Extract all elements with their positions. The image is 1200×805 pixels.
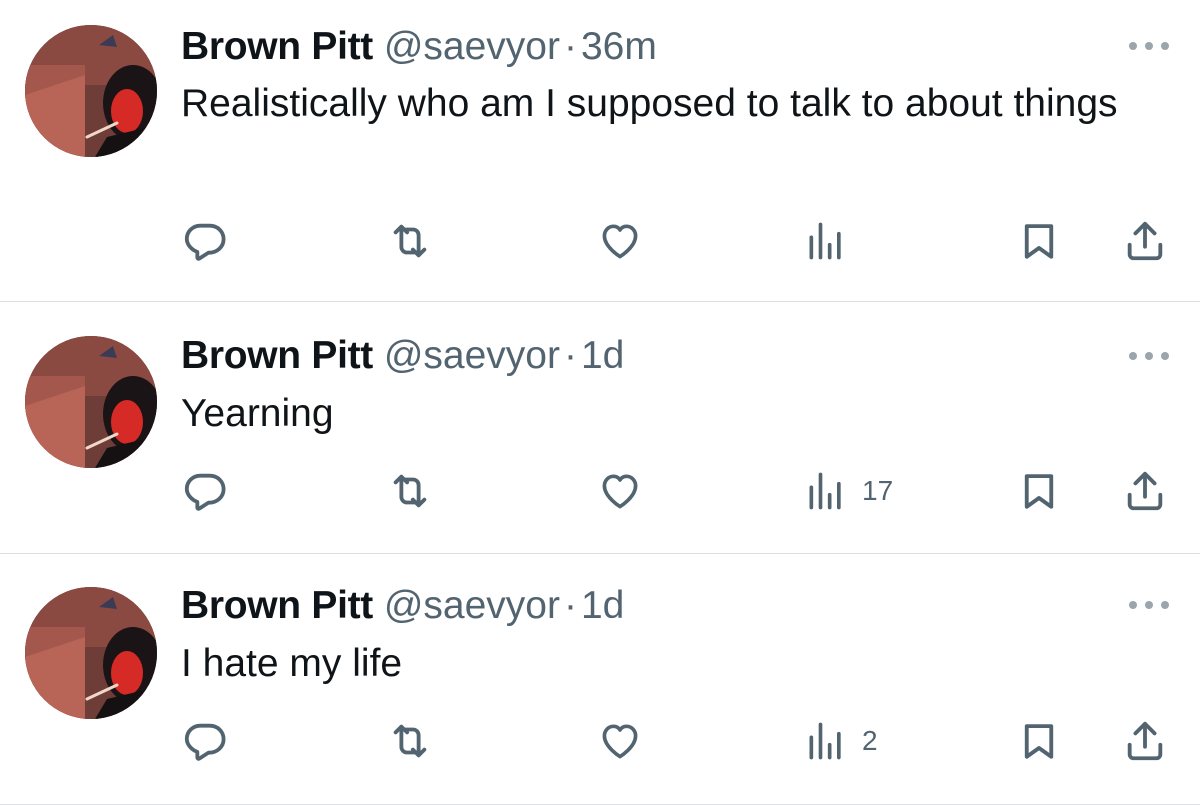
reply-icon <box>182 718 228 764</box>
like-button[interactable] <box>598 466 642 516</box>
more-options-button[interactable] <box>1128 39 1170 53</box>
views-count: 17 <box>862 475 894 506</box>
more-icon <box>1129 601 1169 609</box>
share-button[interactable] <box>1122 716 1168 766</box>
avatar-image <box>25 25 157 157</box>
retweet-icon <box>384 218 436 264</box>
retweet-button[interactable] <box>384 216 436 266</box>
share-button[interactable] <box>1122 466 1168 516</box>
heart-icon <box>598 219 642 263</box>
user-handle[interactable]: @saevyor <box>384 584 560 627</box>
tweet-header: Brown Pitt @saevyor · 1d <box>181 584 624 628</box>
reply-button[interactable] <box>182 216 228 266</box>
retweet-button[interactable] <box>384 716 436 766</box>
separator-dot: · <box>563 25 577 68</box>
tweet[interactable]: Brown Pitt @saevyor·1d I hate my life <box>0 554 1200 805</box>
retweet-button[interactable] <box>384 466 436 516</box>
separator-dot: · <box>563 584 577 627</box>
views-count: 2 <box>862 725 878 756</box>
bookmark-icon <box>1018 469 1060 513</box>
bookmark-button[interactable] <box>1018 216 1060 266</box>
like-button[interactable] <box>598 716 642 766</box>
share-icon <box>1122 218 1168 264</box>
bookmark-button[interactable] <box>1018 716 1060 766</box>
separator-dot: · <box>563 334 577 377</box>
views-button[interactable]: 2 <box>804 716 878 766</box>
reply-icon <box>182 468 228 514</box>
tweet-text: Yearning <box>181 392 334 435</box>
heart-icon <box>598 469 642 513</box>
share-icon <box>1122 468 1168 514</box>
tweet-header: Brown Pitt @saevyor · 36m <box>181 25 657 69</box>
reply-button[interactable] <box>182 716 228 766</box>
tweet[interactable]: Brown Pitt @saevyor · 1d Yearning 17 <box>0 302 1200 554</box>
more-icon <box>1129 352 1169 360</box>
tweet-actions <box>0 216 1200 266</box>
views-button[interactable] <box>804 216 862 266</box>
tweet[interactable]: Brown Pitt @saevyor · 36m Realistically wh… <box>0 0 1200 302</box>
avatar-image <box>25 587 157 719</box>
retweet-icon <box>384 468 436 514</box>
retweet-icon <box>384 718 436 764</box>
timestamp[interactable]: 1d <box>581 334 624 377</box>
more-options-button[interactable] <box>1128 349 1170 363</box>
tweet-actions: 2 <box>0 716 1200 766</box>
display-name[interactable]: Brown Pitt <box>181 334 373 377</box>
avatar[interactable] <box>25 587 157 719</box>
avatar-image <box>25 336 157 468</box>
avatar[interactable] <box>25 25 157 157</box>
bookmark-button[interactable] <box>1018 466 1060 516</box>
tweet-actions: 17 <box>0 466 1200 516</box>
bookmark-icon <box>1018 719 1060 763</box>
tweet-feed: Brown Pitt @saevyor · 36m Realistically wh… <box>0 0 1200 805</box>
user-handle[interactable]: @saevyor <box>384 25 560 68</box>
display-name[interactable]: Brown Pitt <box>181 584 373 627</box>
share-icon <box>1122 718 1168 764</box>
timestamp[interactable]: 1d <box>581 584 624 627</box>
avatar[interactable] <box>25 336 157 468</box>
share-button[interactable] <box>1122 216 1168 266</box>
more-options-button[interactable] <box>1128 598 1170 612</box>
tweet-text: I hate my life <box>181 642 403 685</box>
user-handle[interactable]: @saevyor <box>384 334 560 377</box>
bookmark-icon <box>1018 219 1060 263</box>
views-icon <box>804 469 848 513</box>
tweet-header: Brown Pitt @saevyor · 1d <box>181 334 624 378</box>
reply-button[interactable] <box>182 466 228 516</box>
tweet-text: Realistically who am I supposed to talk … <box>181 82 1118 125</box>
views-button[interactable]: 17 <box>804 466 893 516</box>
reply-icon <box>182 218 228 264</box>
views-icon <box>804 219 848 263</box>
heart-icon <box>598 719 642 763</box>
views-icon <box>804 719 848 763</box>
display-name[interactable]: Brown Pitt <box>181 25 373 68</box>
timestamp[interactable]: 36m <box>581 25 657 68</box>
more-icon <box>1129 42 1169 50</box>
like-button[interactable] <box>598 216 642 266</box>
